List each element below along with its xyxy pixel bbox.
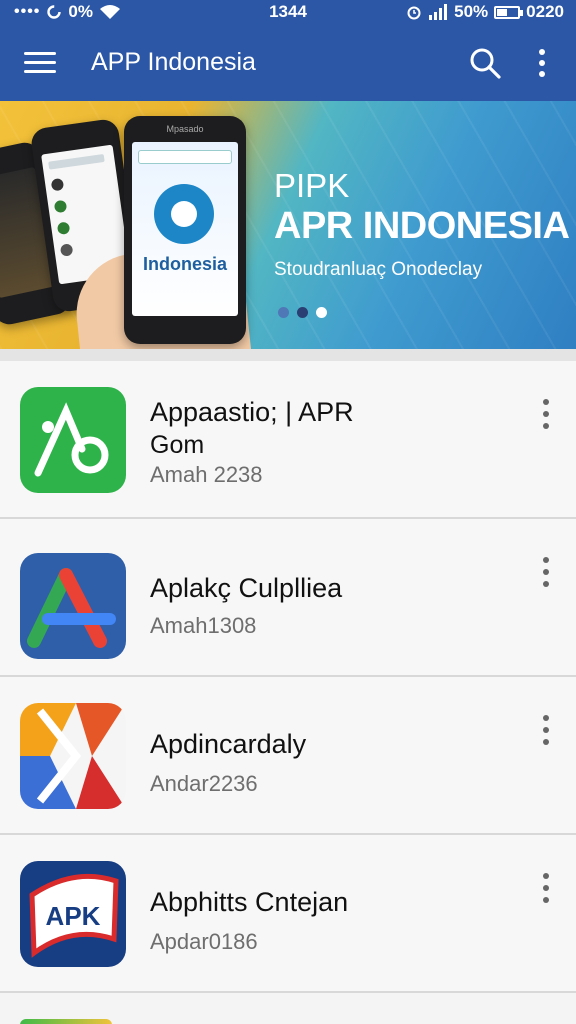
status-right-time: 0220	[526, 2, 564, 21]
banner-line2: APR INDONESIA	[274, 205, 570, 247]
app-subtitle: Amah 2238	[150, 462, 263, 487]
app-name: Appaastio; | APR	[150, 397, 354, 427]
list-item[interactable]: Apdincardaly Andar2236	[0, 677, 576, 835]
green-link-icon	[20, 387, 126, 493]
alarm-icon	[407, 6, 421, 20]
item-more-icon[interactable]	[538, 399, 554, 429]
list-item[interactable]: Aplakç Culplliea Amah1308	[0, 519, 576, 677]
app-title: APP Indonesia	[91, 48, 256, 76]
banner-phone-front: Mpasado Indonesia	[124, 116, 246, 344]
status-right: 50% 0220	[406, 2, 564, 22]
item-more-icon[interactable]	[538, 557, 554, 587]
status-bar: •••• 0% 1344 50% 0220	[0, 0, 576, 26]
app-bar: APP Indonesia	[0, 26, 576, 101]
list-item[interactable]: Appaastio; | APR Gom Amah 2238	[0, 361, 576, 519]
pager-dot-active[interactable]	[316, 307, 327, 318]
app-name-line2: Gom	[150, 431, 205, 459]
pager-dot[interactable]	[297, 307, 308, 318]
banner-pager[interactable]	[278, 307, 327, 318]
promo-banner[interactable]: Mpasado Indonesia PIPK APR INDONESIA Sto…	[0, 101, 576, 349]
app-list: Appaastio; | APR Gom Amah 2238 Aplakç Cu…	[0, 361, 576, 993]
ribbon-k-icon	[20, 703, 126, 809]
item-more-icon[interactable]	[538, 873, 554, 903]
svg-text:APK: APK	[46, 901, 101, 931]
flower-logo-icon	[154, 184, 214, 244]
list-item[interactable]: APK Abphitts Cntejan Apdar0186	[0, 835, 576, 993]
search-icon[interactable]	[468, 46, 502, 80]
cell-signal-icon	[429, 4, 448, 20]
more-options-icon[interactable]	[530, 46, 554, 80]
app-name: Aplakç Culplliea	[150, 573, 343, 603]
app-name: Apdincardaly	[150, 729, 307, 759]
section-divider	[0, 349, 576, 361]
triangle-a-icon	[20, 553, 126, 659]
app-name: Abphitts Cntejan	[150, 887, 349, 917]
app-subtitle: Apdar0186	[150, 929, 258, 954]
app-subtitle: Amah1308	[150, 613, 257, 638]
app-subtitle: Andar2236	[150, 771, 258, 796]
menu-icon[interactable]	[24, 50, 58, 76]
banner-line1: PIPK	[274, 167, 350, 204]
phone-brand-text: Indonesia	[142, 254, 227, 274]
battery-icon	[494, 5, 524, 19]
banner-subtitle: Stoudranluaç Onodeclay	[274, 259, 483, 280]
item-more-icon[interactable]	[538, 715, 554, 745]
battery-percent: 50%	[454, 2, 489, 21]
pager-dot[interactable]	[278, 307, 289, 318]
phone-header-text: Mpasado	[166, 124, 204, 134]
apk-badge-icon: APK	[20, 861, 126, 967]
next-app-icon-peek	[20, 1019, 112, 1024]
